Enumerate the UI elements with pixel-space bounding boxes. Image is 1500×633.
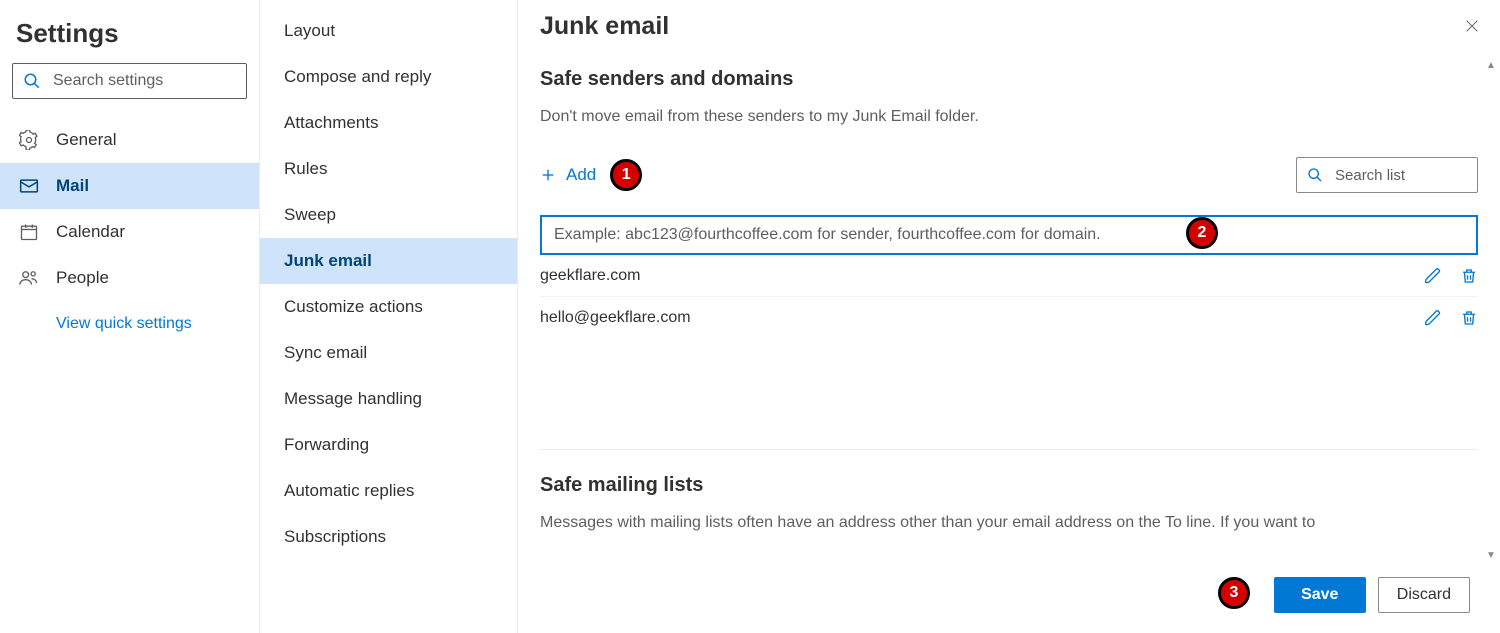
category-mail[interactable]: Mail <box>0 163 259 209</box>
category-calendar[interactable]: Calendar <box>0 209 259 255</box>
close-icon <box>1464 18 1480 34</box>
section-divider <box>540 449 1478 450</box>
annotation-step-3: 3 <box>1218 577 1250 609</box>
mail-icon <box>18 176 40 196</box>
search-icon <box>1307 167 1323 183</box>
safe-sender-value: geekflare.com <box>540 267 641 285</box>
annotation-step-2: 2 <box>1186 217 1218 249</box>
panel-title: Junk email <box>540 12 669 41</box>
pencil-icon <box>1424 309 1442 327</box>
annotation-step-1: 1 <box>610 159 642 191</box>
safe-senders-description: Don't move email from these senders to m… <box>540 105 1478 129</box>
category-people[interactable]: People <box>0 255 259 301</box>
settings-category-pane: Settings General Mail Calendar <box>0 0 260 633</box>
category-label: Mail <box>56 176 89 196</box>
subcat-forwarding[interactable]: Forwarding <box>260 422 517 468</box>
safe-mailing-lists-description: Messages with mailing lists often have a… <box>540 511 1478 535</box>
category-list: General Mail Calendar People View quick … <box>0 115 259 333</box>
gear-icon <box>18 130 40 150</box>
search-icon <box>23 72 41 90</box>
safe-sender-row: geekflare.com <box>540 255 1478 297</box>
new-safe-sender-input[interactable] <box>540 215 1478 255</box>
settings-detail-pane: Junk email Safe senders and domains Don'… <box>518 0 1500 633</box>
subcat-layout[interactable]: Layout <box>260 8 517 54</box>
settings-search-input[interactable] <box>51 71 262 91</box>
safe-sender-search-input[interactable] <box>1333 166 1478 185</box>
safe-mailing-lists-heading: Safe mailing lists <box>540 474 1478 497</box>
safe-sender-search[interactable] <box>1296 157 1478 193</box>
delete-sender-button[interactable] <box>1460 267 1478 285</box>
subcat-subscriptions[interactable]: Subscriptions <box>260 514 517 560</box>
people-icon <box>18 268 40 288</box>
subcat-automatic-replies[interactable]: Automatic replies <box>260 468 517 514</box>
category-label: General <box>56 130 116 150</box>
settings-subcategory-pane: Layout Compose and reply Attachments Rul… <box>260 0 518 633</box>
delete-sender-button[interactable] <box>1460 309 1478 327</box>
subcat-junk-email[interactable]: Junk email <box>260 238 517 284</box>
subcat-attachments[interactable]: Attachments <box>260 100 517 146</box>
plus-icon <box>540 167 556 183</box>
subcat-sweep[interactable]: Sweep <box>260 192 517 238</box>
panel-scroll-area[interactable]: Safe senders and domains Don't move emai… <box>518 56 1478 565</box>
save-button[interactable]: Save <box>1274 577 1366 613</box>
add-safe-sender-button[interactable]: Add <box>540 163 596 187</box>
subcat-compose[interactable]: Compose and reply <box>260 54 517 100</box>
safe-senders-heading: Safe senders and domains <box>540 68 1478 91</box>
category-general[interactable]: General <box>0 117 259 163</box>
subcat-customize-actions[interactable]: Customize actions <box>260 284 517 330</box>
scroll-down-icon: ▼ <box>1486 550 1496 561</box>
safe-sender-row: hello@geekflare.com <box>540 297 1478 339</box>
scrollbar[interactable]: ▲ ▼ <box>1484 56 1498 565</box>
subcat-rules[interactable]: Rules <box>260 146 517 192</box>
pencil-icon <box>1424 267 1442 285</box>
edit-sender-button[interactable] <box>1424 309 1442 327</box>
calendar-icon <box>18 222 40 242</box>
category-label: Calendar <box>56 222 125 242</box>
add-label: Add <box>566 165 596 185</box>
trash-icon <box>1460 309 1478 327</box>
safe-sender-value: hello@geekflare.com <box>540 309 691 327</box>
subcat-sync-email[interactable]: Sync email <box>260 330 517 376</box>
page-title: Settings <box>0 12 259 63</box>
view-quick-settings-link[interactable]: View quick settings <box>0 301 259 333</box>
category-label: People <box>56 268 109 288</box>
settings-search[interactable] <box>12 63 247 99</box>
subcat-message-handling[interactable]: Message handling <box>260 376 517 422</box>
edit-sender-button[interactable] <box>1424 267 1442 285</box>
discard-button[interactable]: Discard <box>1378 577 1470 613</box>
close-button[interactable] <box>1452 6 1492 46</box>
scroll-up-icon: ▲ <box>1486 60 1496 71</box>
trash-icon <box>1460 267 1478 285</box>
